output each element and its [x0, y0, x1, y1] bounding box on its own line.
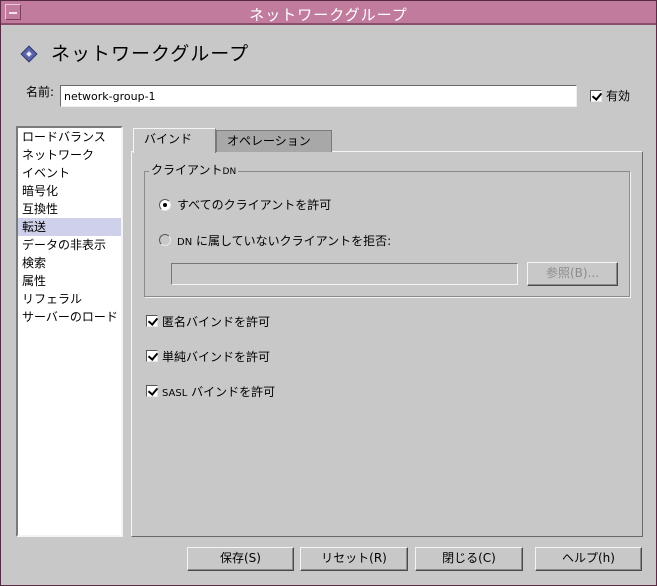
reject-nonmember-label[interactable]: DN に属していないクライアントを拒否: [177, 232, 391, 249]
browse-button[interactable]: 参照(B)... [527, 262, 618, 286]
sasl-bind-label[interactable]: SASL バインドを許可 [162, 383, 275, 400]
name-label: 名前: [26, 85, 55, 99]
allow-all-radio[interactable] [159, 199, 171, 211]
nav-item-server-load[interactable]: サーバーのロード [18, 308, 121, 326]
reject-dn-prefix: DN [177, 237, 193, 248]
simple-bind-label[interactable]: 単純バインドを許可 [162, 348, 270, 365]
diamond-icon [20, 45, 38, 63]
nav-item-compatibility[interactable]: 互換性 [18, 200, 121, 218]
name-input[interactable] [60, 85, 577, 107]
client-dn-legend-main: クライアント [151, 163, 223, 177]
client-dn-legend-small: DN [222, 167, 237, 177]
anonymous-bind-checkbox[interactable] [146, 315, 158, 327]
nav-item-encryption[interactable]: 暗号化 [18, 182, 121, 200]
close-button[interactable]: 閉じる(C) [415, 547, 523, 571]
enabled-label: 有効 [606, 89, 631, 103]
nav-item-network[interactable]: ネットワーク [18, 146, 121, 164]
anonymous-bind-label[interactable]: 匿名バインドを許可 [162, 313, 270, 330]
window-title: ネットワークグループ [249, 6, 408, 24]
nav-item-search[interactable]: 検索 [18, 254, 121, 272]
category-list[interactable]: ロードバランス ネットワーク イベント 暗号化 互換性 転送 データの非表示 検… [16, 126, 123, 537]
nav-item-event[interactable]: イベント [18, 164, 121, 182]
tab-operations[interactable]: オペレーション [216, 130, 332, 152]
reset-button[interactable]: リセット(R) [300, 547, 408, 571]
nav-item-forwarding[interactable]: 転送 [18, 218, 121, 236]
nav-item-data-hiding[interactable]: データの非表示 [18, 236, 121, 254]
sasl-bind-checkbox[interactable] [146, 385, 158, 397]
save-button[interactable]: 保存(S) [187, 547, 294, 571]
allow-all-label[interactable]: すべてのクライアントを許可 [177, 196, 331, 213]
client-dn-legend: クライアントDN [149, 161, 239, 178]
nav-item-load-balance[interactable]: ロードバランス [18, 128, 121, 146]
dn-input[interactable] [171, 263, 518, 285]
help-button[interactable]: ヘルプ(h) [535, 547, 642, 571]
dialog-window: ネットワークグループ ネットワークグループ 名前: 有効 ロードバランス ネット… [0, 0, 657, 586]
sasl-suffix: バインドを許可 [191, 385, 276, 399]
simple-bind-checkbox[interactable] [146, 350, 158, 362]
reject-nonmember-radio[interactable] [159, 234, 171, 246]
sasl-prefix: SASL [162, 388, 188, 399]
enabled-checkbox[interactable] [590, 90, 602, 102]
nav-item-referral[interactable]: リフェラル [18, 290, 121, 308]
title-bar[interactable]: ネットワークグループ [1, 1, 656, 25]
tab-bind[interactable]: バインド [133, 128, 216, 153]
nav-item-attributes[interactable]: 属性 [18, 272, 121, 290]
page-title: ネットワークグループ [51, 43, 250, 65]
reject-dn-suffix: に属していないクライアントを拒否: [196, 234, 392, 248]
